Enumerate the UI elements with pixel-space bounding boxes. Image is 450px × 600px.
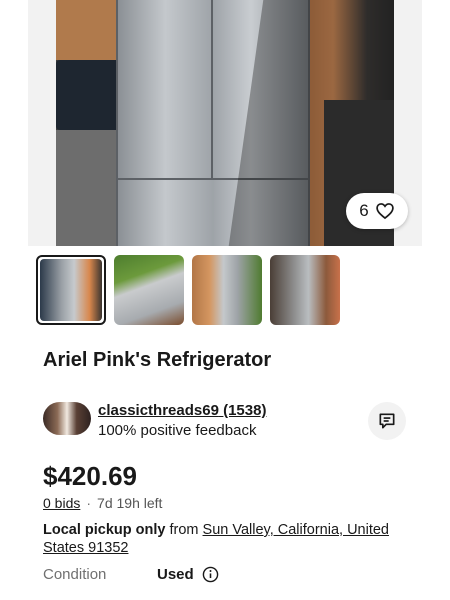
seller-info: classicthreads69 (1538) 100% positive fe… [43, 402, 413, 440]
condition-label: Condition [43, 566, 107, 583]
seller-feedback-count: (1538) [223, 402, 267, 419]
thumbnail-3[interactable] [192, 255, 262, 325]
heart-icon [375, 203, 394, 220]
message-seller-button[interactable] [368, 402, 406, 440]
seller-name-link[interactable]: classicthreads69 (1538) [98, 402, 266, 419]
seller-feedback-percent: 100% positive feedback [98, 422, 257, 439]
listing-title: Ariel Pink's Refrigerator [43, 349, 272, 371]
thumbnail-4[interactable] [270, 255, 340, 325]
watch-button[interactable]: 6 [346, 193, 408, 229]
pickup-info: Local pickup only from Sun Valley, Calif… [43, 521, 403, 557]
thumbnail-1[interactable] [36, 255, 106, 325]
condition-value-row: Used [157, 566, 219, 583]
info-icon[interactable] [202, 566, 219, 583]
refrigerator-photo [56, 0, 394, 246]
pickup-type: Local pickup only [43, 522, 166, 538]
thumbnail-2[interactable] [114, 255, 184, 325]
seller-name: classicthreads69 [98, 402, 219, 419]
time-left: 7d 19h left [97, 495, 163, 511]
thumbnail-strip [36, 255, 340, 325]
price: $420.69 [43, 461, 137, 491]
message-icon [379, 413, 395, 429]
condition-value: Used [157, 566, 194, 583]
bids-link[interactable]: 0 bids [43, 495, 80, 511]
bids-row: 0 bids · 7d 19h left [43, 495, 163, 511]
avatar[interactable] [43, 402, 91, 435]
watch-count: 6 [359, 201, 369, 220]
pickup-from: from [165, 522, 203, 538]
